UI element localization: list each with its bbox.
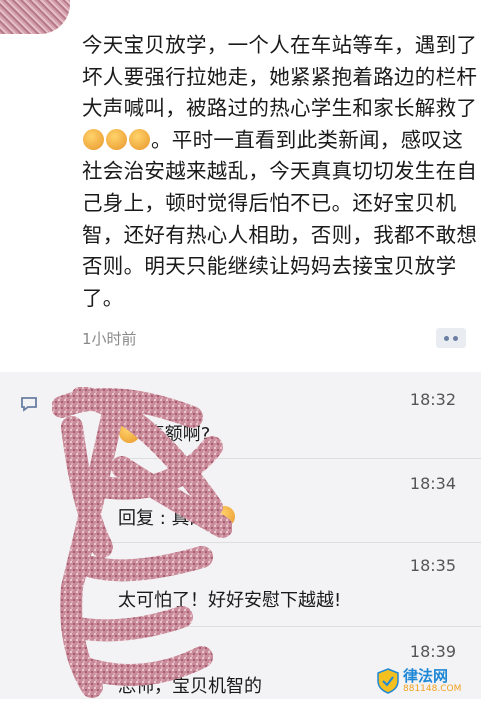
post-text-part2: 。平时一直看到此类新闻，感叹这社会治安越来越乱，今天真真切切发生在自己身上，顿时… bbox=[82, 127, 478, 310]
comment-time: 18:35 bbox=[409, 556, 456, 575]
dot-icon bbox=[444, 335, 449, 341]
post-text-part1: 今天宝贝放学，一个人在车站等车，遇到了坏人要强行拉她走，她紧紧抱着路边的栏杆大声… bbox=[82, 33, 478, 121]
comment-time: 18:32 bbox=[409, 390, 456, 409]
post-text: 今天宝贝放学，一个人在车站等车，遇到了坏人要强行拉她走，她紧紧抱着路边的栏杆大声… bbox=[82, 30, 478, 314]
scared-face-icon bbox=[83, 128, 104, 150]
post-timestamp: 1小时前 bbox=[82, 330, 137, 348]
redaction-scribble bbox=[52, 387, 232, 698]
scared-face-icon bbox=[129, 128, 150, 150]
scared-face-icon bbox=[106, 128, 127, 150]
shield-icon bbox=[377, 668, 399, 694]
watermark-title: 律法网 bbox=[403, 666, 449, 685]
watermark-badge: 律法网 881148.COM bbox=[377, 667, 473, 695]
avatar[interactable] bbox=[0, 0, 70, 34]
comments-section: 18:32 真额啊? sp 18:34 回复 : 真的 18:35 太可怕了！好… bbox=[0, 372, 481, 699]
watermark-sub: 881148.COM bbox=[403, 683, 462, 694]
comment-time: 18:34 bbox=[409, 474, 456, 493]
moment-post: 今天宝贝放学，一个人在车站等车，遇到了坏人要强行拉她走，她紧紧抱着路边的栏杆大声… bbox=[0, 0, 481, 370]
dot-icon bbox=[453, 335, 458, 341]
comment-time: 18:39 bbox=[409, 642, 456, 661]
more-actions-button[interactable] bbox=[436, 328, 466, 348]
